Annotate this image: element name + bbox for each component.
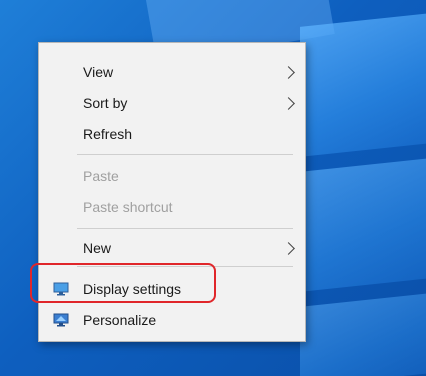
menu-item-paste-shortcut: Paste shortcut <box>39 194 305 220</box>
chevron-right-icon <box>282 241 295 255</box>
menu-item-paste: Paste <box>39 163 305 189</box>
menu-item-new[interactable]: New <box>39 235 305 261</box>
menu-item-label: New <box>83 240 112 256</box>
wallpaper-pane <box>300 158 426 292</box>
menu-item-label: View <box>83 64 114 80</box>
personalize-icon <box>53 313 69 327</box>
menu-item-label: Personalize <box>83 312 157 328</box>
wallpaper-pane <box>300 13 426 157</box>
menu-item-personalize[interactable]: Personalize <box>39 307 305 333</box>
menu-item-view[interactable]: View <box>39 59 305 85</box>
wallpaper-pane <box>300 293 426 376</box>
chevron-right-icon <box>282 65 295 79</box>
menu-item-refresh[interactable]: Refresh <box>39 121 305 147</box>
menu-item-sort-by[interactable]: Sort by <box>39 90 305 116</box>
menu-separator <box>77 154 293 155</box>
menu-item-label: Refresh <box>83 126 133 142</box>
menu-item-label: Paste shortcut <box>83 199 173 215</box>
menu-item-label: Paste <box>83 168 119 184</box>
menu-item-label: Sort by <box>83 95 128 111</box>
highlight-box <box>30 263 216 303</box>
menu-separator <box>77 228 293 229</box>
chevron-right-icon <box>282 96 295 110</box>
